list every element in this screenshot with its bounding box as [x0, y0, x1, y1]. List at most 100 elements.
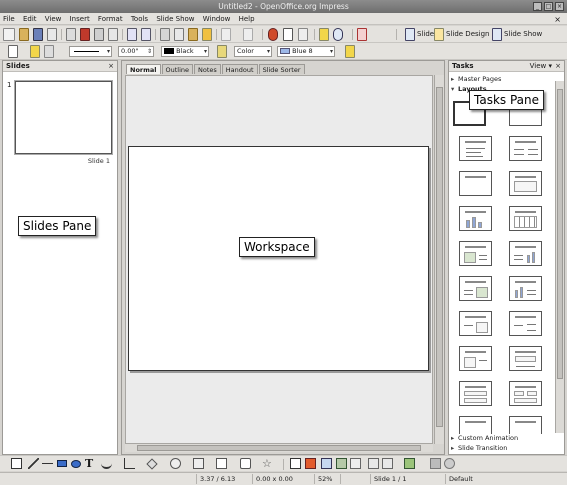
menu-view[interactable]: View [42, 13, 65, 25]
slide-canvas[interactable] [125, 75, 433, 444]
layout-title-2-content[interactable] [509, 136, 542, 161]
arrange-icon[interactable] [404, 458, 415, 469]
scroll-thumb[interactable] [557, 89, 563, 379]
tasks-scrollbar[interactable] [555, 81, 564, 433]
3d-effects-icon[interactable] [430, 458, 441, 469]
area-style-select[interactable]: Color ▾ [234, 46, 272, 57]
maximize-button[interactable]: □ [544, 2, 553, 11]
layout-object-text[interactable] [459, 346, 492, 371]
gallery-icon[interactable] [336, 458, 347, 469]
layout-title-content[interactable] [459, 136, 492, 161]
tab-notes[interactable]: Notes [194, 64, 221, 74]
page-preview-icon[interactable] [108, 28, 118, 41]
layout-text-clipart[interactable] [459, 276, 492, 301]
layout-4-objects[interactable] [509, 381, 542, 406]
zoom-icon[interactable] [333, 28, 343, 41]
section-slide-transition[interactable]: ▸ Slide Transition [451, 444, 507, 453]
curve-icon[interactable] [101, 458, 112, 469]
minimize-button[interactable]: _ [533, 2, 542, 11]
rotate-icon[interactable] [368, 458, 379, 469]
section-master-pages[interactable]: ▸ Master Pages [451, 75, 501, 84]
close-document-icon[interactable]: × [551, 14, 564, 26]
layout-grid-icon[interactable] [8, 45, 18, 58]
clone-formatting-icon[interactable] [202, 28, 212, 41]
layout-clipart-text[interactable] [459, 241, 492, 266]
open-folder-icon[interactable] [19, 28, 29, 41]
select-arrow-icon[interactable] [11, 458, 22, 469]
menu-help[interactable]: Help [236, 13, 258, 25]
fontwork-icon[interactable] [305, 458, 316, 469]
copy-icon[interactable] [174, 28, 184, 41]
layout-title-object[interactable] [509, 346, 542, 371]
area-icon[interactable] [217, 45, 227, 58]
menu-file[interactable]: File [0, 13, 18, 25]
close-icon[interactable]: × [108, 61, 114, 72]
insert-object-icon[interactable] [298, 28, 308, 41]
vertical-scrollbar[interactable] [434, 75, 444, 444]
rectangle-icon[interactable] [57, 460, 67, 467]
stars-icon[interactable]: ☆ [262, 458, 273, 469]
export-pdf-icon[interactable] [80, 28, 90, 41]
symbol-shapes-icon[interactable] [170, 458, 181, 469]
line-style-select[interactable]: ▾ [69, 46, 112, 57]
view-menu-button[interactable]: View ▾ [530, 61, 552, 72]
tab-handout[interactable]: Handout [221, 64, 258, 74]
autospellcheck-icon[interactable] [141, 28, 151, 41]
scroll-thumb[interactable] [436, 87, 443, 427]
print-icon[interactable] [94, 28, 104, 41]
callouts-icon[interactable] [240, 458, 251, 469]
layout-text-2-objects[interactable] [459, 381, 492, 406]
table-icon[interactable] [283, 28, 293, 41]
redo-icon[interactable] [243, 28, 253, 41]
line-arrow-icon[interactable] [42, 458, 53, 469]
alignment-icon[interactable] [382, 458, 393, 469]
chart-icon[interactable] [268, 28, 278, 41]
undo-icon[interactable] [221, 28, 231, 41]
slide-show-button[interactable]: Slide Show [504, 26, 542, 43]
basic-shapes-icon[interactable] [146, 458, 158, 470]
tab-slide-sorter[interactable]: Slide Sorter [258, 64, 305, 74]
extrusion-icon[interactable] [350, 458, 361, 469]
spellcheck-icon[interactable] [127, 28, 137, 41]
layout-title-table[interactable] [509, 206, 542, 231]
flowcharts-icon[interactable] [216, 458, 227, 469]
tab-normal[interactable]: Normal [126, 64, 161, 74]
menu-format[interactable]: Format [95, 13, 126, 25]
slide-page[interactable] [128, 146, 429, 371]
show-draw-functions-icon[interactable] [319, 28, 329, 41]
connector-icon[interactable] [124, 458, 135, 469]
shadow-icon[interactable] [345, 45, 355, 58]
close-window-button[interactable]: × [555, 2, 564, 11]
line-icon[interactable] [28, 458, 39, 469]
layout-centered-text[interactable] [459, 171, 492, 196]
menu-tools[interactable]: Tools [128, 13, 151, 25]
block-arrows-icon[interactable] [193, 458, 204, 469]
horizontal-scrollbar[interactable] [125, 443, 433, 452]
help-icon[interactable] [357, 28, 367, 41]
layout-text-object[interactable] [459, 311, 492, 336]
menu-edit[interactable]: Edit [20, 13, 40, 25]
close-icon[interactable]: × [555, 61, 561, 72]
new-document-icon[interactable] [3, 28, 15, 41]
points-edit-icon[interactable] [290, 458, 301, 469]
email-icon[interactable] [47, 28, 57, 41]
line-width-field[interactable]: 0.00" ⇕ [118, 46, 154, 57]
scroll-thumb[interactable] [137, 445, 421, 451]
layout-object-2-text[interactable] [509, 311, 542, 336]
zoom-level[interactable]: 52% [314, 474, 340, 484]
layout-partial-2[interactable] [509, 416, 542, 434]
tab-outline[interactable]: Outline [161, 64, 194, 74]
layout-text-chart[interactable] [509, 241, 542, 266]
menu-slide-show[interactable]: Slide Show [153, 13, 197, 25]
ellipse-icon[interactable] [71, 460, 81, 468]
layout-title-chart[interactable] [459, 206, 492, 231]
from-file-icon[interactable] [321, 458, 332, 469]
paste-icon[interactable] [188, 28, 198, 41]
text-icon[interactable]: T [85, 458, 96, 469]
area-color-select[interactable]: Blue 8 ▾ [277, 46, 335, 57]
points-icon[interactable] [30, 45, 40, 58]
slide-thumbnail[interactable] [15, 81, 112, 154]
menu-insert[interactable]: Insert [67, 13, 93, 25]
cut-icon[interactable] [160, 28, 170, 41]
layout-chart-text[interactable] [509, 276, 542, 301]
